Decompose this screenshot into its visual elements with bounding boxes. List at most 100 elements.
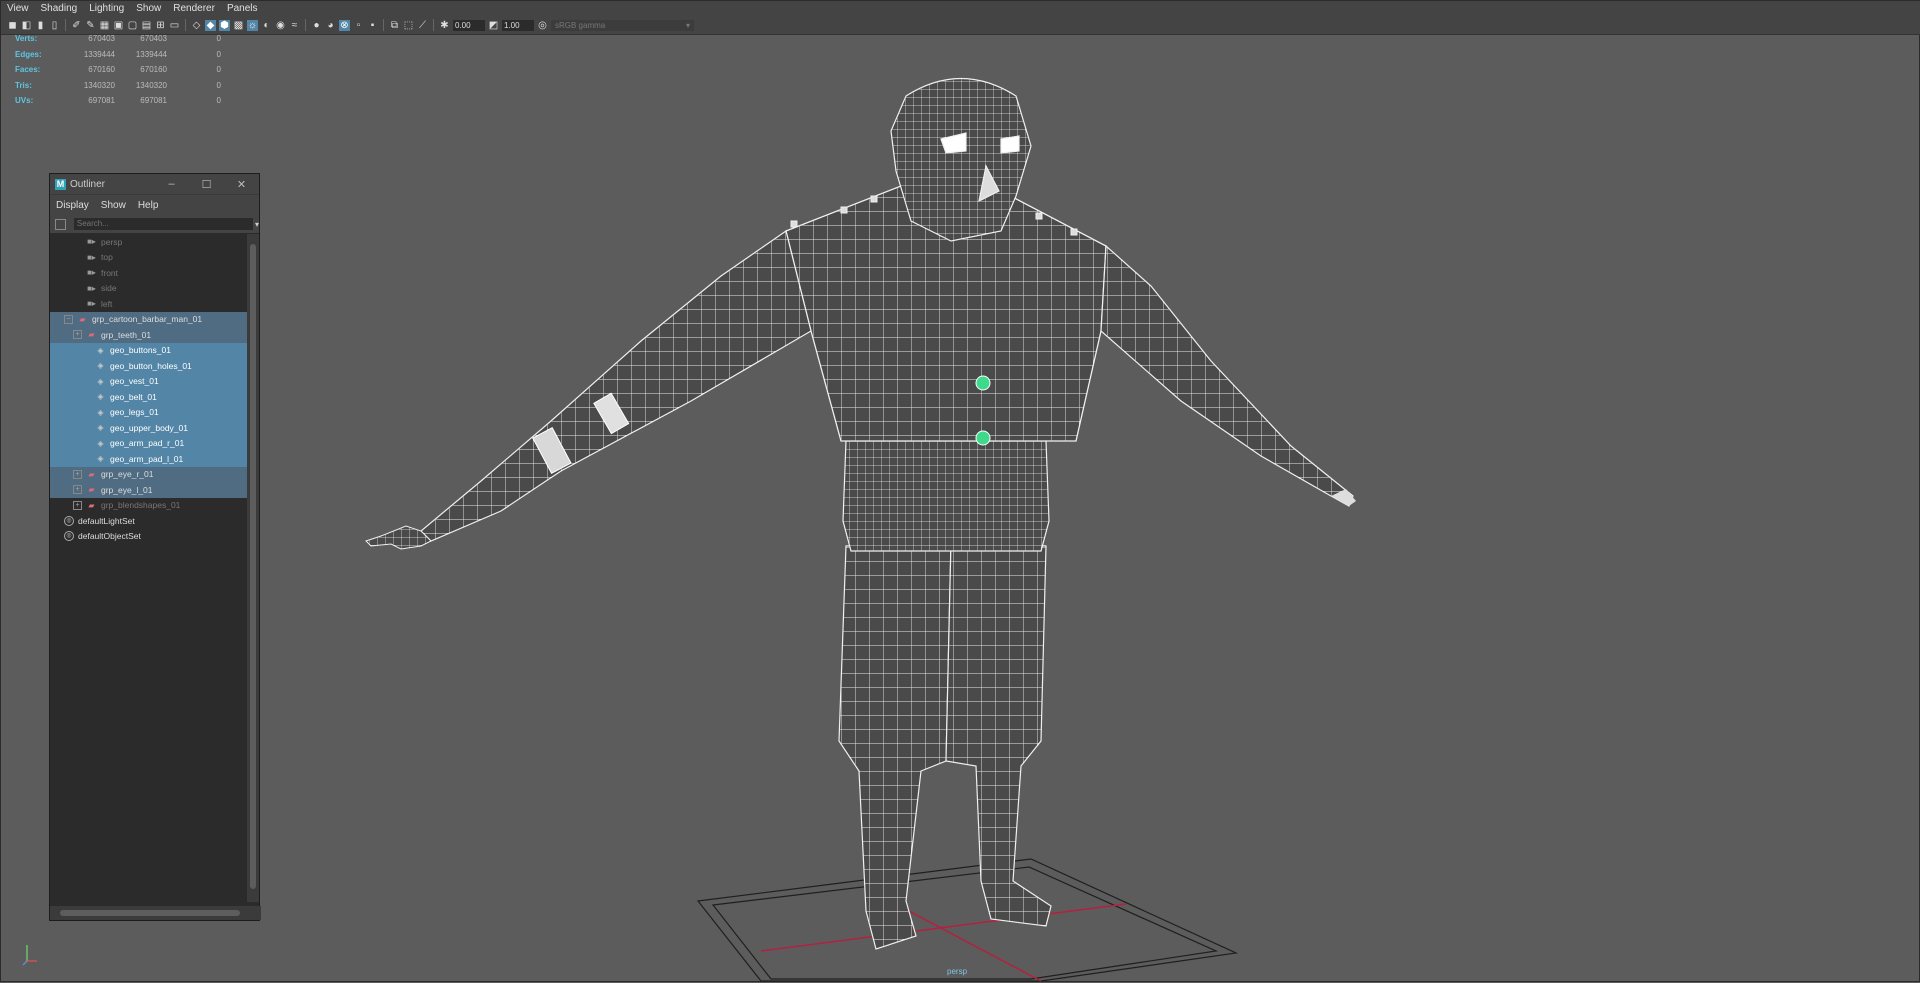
grease-pencil-icon[interactable]: ✎ (85, 20, 96, 31)
outliner-item[interactable]: + ▰ grp_teeth_01 (50, 327, 247, 343)
xray-icon[interactable]: ● (311, 20, 322, 31)
camera-attributes-icon[interactable]: ◧ (21, 20, 32, 31)
color-space-dropdown[interactable]: sRGB gamma ▾ (551, 19, 694, 31)
group-icon: ▰ (88, 485, 95, 495)
expand-icon[interactable]: + (73, 469, 82, 479)
expand-icon[interactable]: + (73, 500, 82, 510)
outliner-item[interactable]: + ▰ grp_eye_l_01 (50, 482, 247, 498)
safe-action-icon[interactable]: ▭ (169, 20, 180, 31)
menu-display[interactable]: Display (50, 200, 95, 211)
character-model[interactable] (1, 1, 1920, 983)
outliner-item[interactable]: ■▸ persp (50, 234, 247, 250)
minimize-icon[interactable]: – (154, 178, 189, 191)
outliner-item[interactable]: ◈ geo_belt_01 (50, 389, 247, 405)
outliner-item[interactable]: ◈ geo_buttons_01 (50, 342, 247, 358)
gamma-icon[interactable]: ◩ (488, 20, 499, 31)
menu-help[interactable]: Help (132, 200, 165, 211)
use-all-lights-icon[interactable]: ☼ (247, 19, 258, 31)
outliner-item[interactable]: ■▸ top (50, 250, 247, 266)
toolbar-separator (65, 19, 66, 31)
menu-shading[interactable]: Shading (35, 3, 84, 14)
group-icon: ▰ (88, 330, 95, 340)
outliner-item[interactable]: + ▰ grp_eye_r_01 (50, 466, 247, 482)
outliner-item[interactable]: ◈ geo_legs_01 (50, 404, 247, 420)
wireframe-icon[interactable]: ◇ (191, 20, 202, 31)
shadows-icon[interactable]: ◐ (261, 20, 272, 31)
outliner-item[interactable]: ◈ geo_button_holes_01 (50, 358, 247, 374)
color-management-icon[interactable]: ◎ (537, 20, 548, 31)
maya-viewport[interactable]: View Shading Lighting Show Renderer Pane… (0, 0, 1920, 982)
motion-blur-icon[interactable]: ≈ (289, 20, 300, 31)
exposure-field[interactable] (453, 19, 485, 31)
collapse-icon[interactable]: − (64, 314, 73, 324)
chevron-down-icon[interactable]: ▾ (255, 220, 259, 229)
grid-icon[interactable]: ▦ (99, 20, 110, 31)
outliner-list[interactable]: ■▸ persp ■▸ top ■▸ front ■▸ side ■▸ left − ▰ grp_car… (50, 234, 247, 902)
outliner-item[interactable]: ◈ geo_arm_pad_l_01 (50, 451, 247, 467)
menu-view[interactable]: View (1, 3, 35, 14)
outliner-item[interactable]: ■▸ left (50, 296, 247, 312)
maximize-icon[interactable]: ☐ (189, 178, 224, 191)
outliner-item[interactable]: ◈ geo_upper_body_01 (50, 420, 247, 436)
outliner-item[interactable]: ■▸ side (50, 281, 247, 297)
camera-icon: ■▸ (87, 268, 96, 278)
textured-icon[interactable]: ▩ (233, 20, 244, 31)
outliner-item-label: geo_arm_pad_r_01 (110, 438, 185, 449)
hud-value: 0 (216, 65, 221, 74)
exposure-icon[interactable]: ✱ (439, 20, 450, 31)
scroll-thumb[interactable] (60, 910, 240, 916)
camera-select-icon[interactable]: ◼ (7, 20, 18, 31)
bookmark-icon[interactable]: ▮ (35, 20, 46, 31)
expand-icon[interactable]: + (73, 330, 82, 340)
image-plane-icon[interactable]: ▯ (49, 20, 60, 31)
film-gate-icon[interactable]: ▣ (113, 20, 124, 31)
filter-icon[interactable] (55, 218, 66, 230)
hud-value: 0 (216, 80, 221, 90)
outliner-item[interactable]: − ▰ grp_cartoon_barbar_man_01 (50, 311, 247, 327)
menu-show[interactable]: Show (130, 3, 167, 14)
outliner-titlebar[interactable]: M Outliner – ☐ ✕ (50, 174, 259, 194)
field-chart-icon[interactable]: ⊞ (155, 20, 166, 31)
frame-all-icon[interactable]: ⧉ (389, 20, 400, 31)
expand-icon[interactable]: + (73, 485, 82, 495)
outliner-item[interactable]: ◎ defaultLightSet (50, 513, 247, 529)
isolate-select-icon[interactable]: ▫ (353, 20, 364, 31)
hud-label: Verts: (15, 34, 38, 43)
vertical-scrollbar[interactable] (247, 234, 259, 902)
mesh-icon: ◈ (97, 345, 104, 355)
hud-value: 0 (216, 49, 221, 59)
xray-active-icon[interactable]: ◕ (325, 20, 336, 31)
mesh-icon: ◈ (97, 438, 104, 448)
scroll-thumb[interactable] (250, 244, 256, 889)
gamma-field[interactable] (502, 19, 534, 31)
horizontal-scrollbar[interactable] (50, 906, 261, 920)
close-icon[interactable]: ✕ (224, 178, 259, 191)
occlusion-icon[interactable]: ◉ (275, 20, 286, 31)
mesh-icon: ◈ (97, 454, 104, 464)
gate-mask-icon[interactable]: ▤ (141, 20, 152, 31)
multisample-icon[interactable]: ▪ (367, 20, 378, 31)
outliner-item[interactable]: + ▰ grp_blendshapes_01 (50, 498, 247, 514)
outliner-item[interactable]: ◈ geo_vest_01 (50, 373, 247, 389)
outliner-item-label: geo_button_holes_01 (110, 360, 192, 371)
smooth-shade-icon[interactable]: ◆ (205, 19, 216, 31)
xray-joints-icon[interactable]: ⊗ (339, 19, 350, 31)
menu-panels[interactable]: Panels (221, 3, 264, 14)
camera-tool-icon[interactable]: ⟋ (417, 20, 428, 31)
frame-selected-icon[interactable]: ⬚ (403, 20, 414, 31)
wireframe-on-shaded-icon[interactable]: ⬢ (219, 19, 230, 31)
outliner-item[interactable]: ◈ geo_arm_pad_r_01 (50, 435, 247, 451)
resolution-gate-icon[interactable]: ▢ (127, 20, 138, 31)
outliner-item[interactable]: ■▸ front (50, 265, 247, 281)
button-bottom (975, 430, 991, 446)
search-input[interactable] (73, 218, 253, 230)
outliner-item[interactable]: ◎ defaultObjectSet (50, 529, 247, 545)
mesh-icon: ◈ (97, 361, 104, 371)
group-icon: ▰ (88, 469, 95, 479)
outliner-item-label: side (101, 283, 117, 294)
toolbar-separator (383, 19, 384, 31)
menu-lighting[interactable]: Lighting (83, 3, 130, 14)
two-d-pan-icon[interactable]: ✐ (71, 20, 82, 31)
menu-show[interactable]: Show (95, 200, 132, 211)
menu-renderer[interactable]: Renderer (167, 3, 221, 14)
